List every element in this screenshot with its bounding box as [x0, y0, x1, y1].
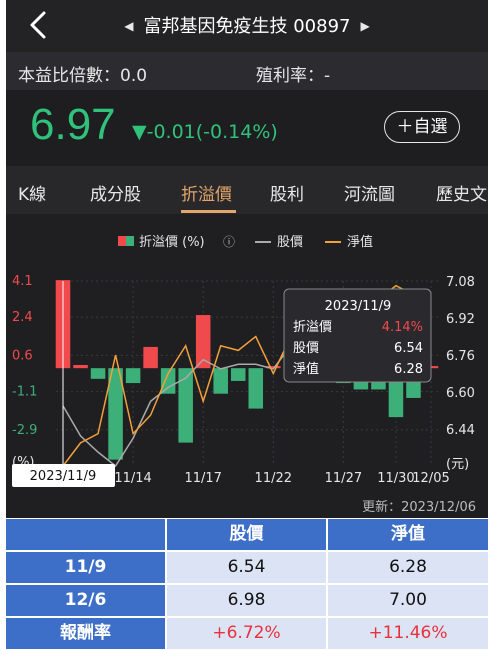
premium-bar[interactable] [248, 368, 264, 409]
right-tick-label: 7.08 [446, 275, 475, 290]
tab-constituents[interactable]: 成分股 [90, 180, 141, 205]
premium-bar[interactable] [160, 368, 176, 394]
add-watchlist-button[interactable]: ＋自選 [384, 111, 460, 143]
x-tick-label: 12/05 [412, 471, 449, 486]
premium-bar[interactable] [125, 368, 141, 384]
tooltip-date: 2023/11/9 [325, 299, 392, 314]
x-tick-label: 11/22 [255, 471, 292, 486]
row-price: 6.98 [167, 585, 326, 616]
premium-chart[interactable]: 折溢價 (%) ⓘ 股價 淨值 4.1 2.4 0.6 -1.1 -2.9 7.08 6.9… [6, 214, 488, 518]
x-tick-label: 11/17 [184, 471, 221, 486]
left-tick-label: 0.6 [12, 348, 33, 363]
tooltip-premium-label: 折溢價 [293, 320, 332, 335]
quote-panel: 6.97 ▼-0.01(-0.14%) ＋自選 [6, 90, 488, 166]
tooltip-price-value: 6.54 [394, 341, 423, 356]
right-tick-label: 6.76 [446, 349, 475, 364]
legend-price-label: 股價 [277, 235, 303, 250]
tab-premium-discount[interactable]: 折溢價 [181, 180, 232, 205]
legend-nav-label: 淨值 [347, 234, 373, 250]
tab-history[interactable]: 歷史文 [436, 180, 487, 205]
premium-bar[interactable] [90, 368, 106, 379]
left-tick-label: -1.1 [12, 385, 37, 400]
pe-ratio: 本益比倍數：0.0 [18, 66, 148, 86]
return-table: 股價 淨值 11/9 6.54 6.28 12/6 6.98 7.00 報酬率 … [6, 518, 488, 650]
tab-river-chart[interactable]: 河流圖 [344, 180, 395, 205]
right-tick-label: 6.60 [446, 386, 475, 401]
left-tick-label: 2.4 [12, 310, 33, 325]
row-nav: 6.28 [328, 552, 488, 583]
row-nav-return: +11.46% [328, 618, 488, 649]
table-header-row: 股價 淨值 [6, 519, 488, 550]
x-tick-label: 11/14 [114, 471, 151, 486]
row-label: 11/9 [6, 552, 165, 583]
price-change: ▼-0.01(-0.14%) [132, 121, 278, 143]
table-row: 12/6 6.98 7.00 [6, 585, 488, 616]
legend-premium-label: 折溢價 (%) [139, 235, 205, 250]
crosshair-date: 2023/11/9 [30, 469, 97, 484]
tooltip-price-label: 股價 [293, 341, 319, 356]
tooltip-nav-label: 淨值 [293, 361, 319, 377]
table-row: 11/9 6.54 6.28 [6, 552, 488, 583]
title-bar: ◀ 富邦基因免疫生技 00897 ▶ [6, 12, 488, 38]
premium-bar[interactable] [73, 364, 88, 369]
table-header-nav: 淨值 [328, 519, 488, 550]
current-price: 6.97 [30, 100, 116, 149]
metrics-bar: 本益比倍數：0.0 殖利率：- [6, 52, 488, 90]
right-tick-label: 6.92 [446, 312, 475, 327]
active-tab-indicator [181, 210, 236, 213]
tooltip-nav-value: 6.28 [394, 362, 423, 377]
next-stock-icon[interactable]: ▶ [350, 19, 379, 33]
row-price: 6.54 [167, 552, 326, 583]
previous-stock-icon[interactable]: ◀ [114, 19, 143, 33]
row-price-return: +6.72% [167, 618, 326, 649]
premium-bar[interactable] [143, 346, 158, 369]
top-bar: ◀ 富邦基因免疫生技 00897 ▶ [6, 0, 488, 52]
right-axis-unit: (元) [446, 457, 469, 472]
premium-bar[interactable] [230, 368, 246, 381]
tab-dividend[interactable]: 股利 [270, 180, 304, 205]
premium-bar[interactable] [213, 368, 228, 394]
left-tick-label: -2.9 [12, 423, 37, 438]
tooltip-premium-value: 4.14% [382, 320, 423, 335]
x-tick-label: 11/27 [325, 471, 362, 486]
row-label: 報酬率 [6, 618, 165, 649]
right-tick-label: 6.44 [446, 423, 475, 438]
table-header-corner [6, 519, 165, 550]
tab-kline[interactable]: K線 [18, 180, 46, 205]
update-time: 更新：2023/12/06 [362, 499, 476, 515]
info-icon[interactable]: ⓘ [223, 235, 235, 249]
chart-panel: 折溢價 (%) ⓘ 股價 淨值 4.1 2.4 0.6 -1.1 -2.9 7.08 6.9… [6, 214, 488, 518]
premium-bar[interactable] [108, 368, 123, 460]
table-row: 報酬率 +6.72% +11.46% [6, 618, 488, 649]
table-header-price: 股價 [167, 519, 326, 550]
legend-premium-swatch-green [126, 236, 134, 246]
legend-premium-swatch-red [118, 236, 126, 246]
premium-bar[interactable] [178, 368, 193, 443]
dividend-yield: 殖利率：- [256, 66, 331, 86]
tab-bar: K線 成分股 折溢價 股利 河流圖 歷史文 [6, 166, 488, 214]
page-title: 富邦基因免疫生技 00897 [143, 16, 351, 37]
x-tick-label: 11/30 [377, 471, 414, 486]
app-window: ◀ 富邦基因免疫生技 00897 ▶ 本益比倍數：0.0 殖利率：- 6.97 ▼-… [6, 0, 488, 650]
row-nav: 7.00 [328, 585, 488, 616]
row-label: 12/6 [6, 585, 165, 616]
left-tick-label: 4.1 [12, 274, 33, 289]
